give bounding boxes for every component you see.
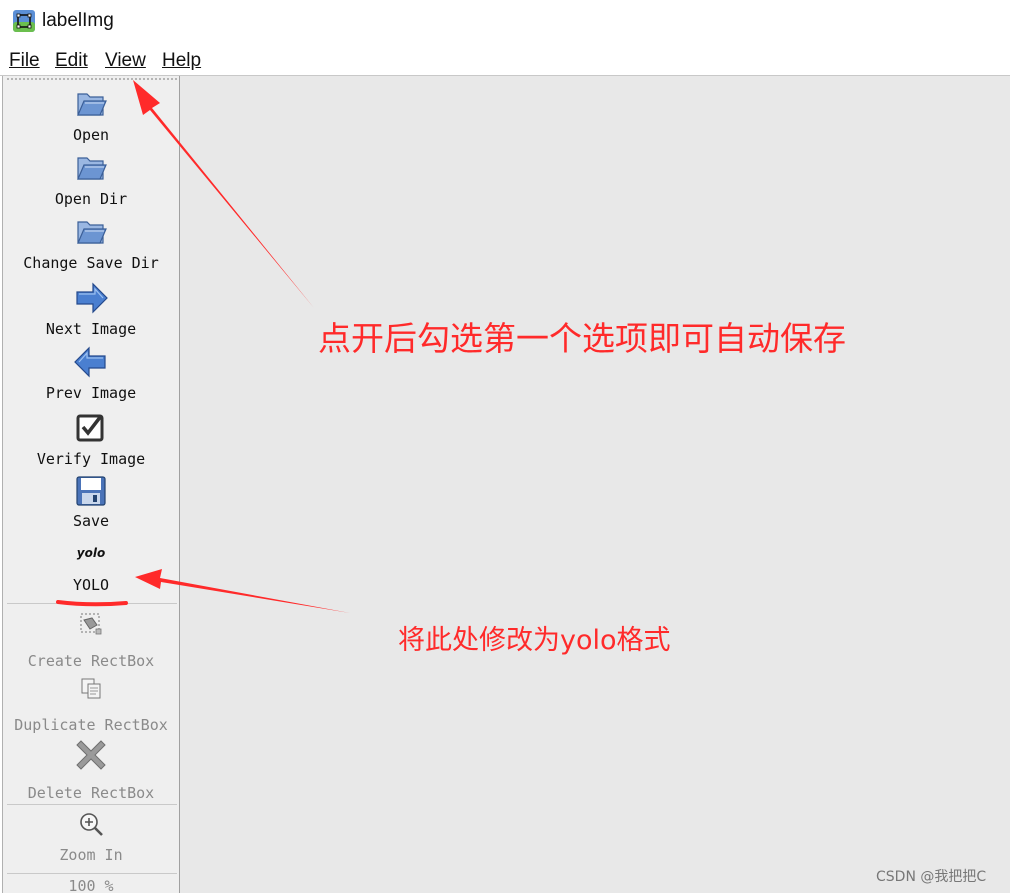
annotation-top-note: 点开后勾选第一个选项即可自动保存: [318, 319, 846, 358]
annotation-overlay: [56, 80, 350, 613]
annotation-bottom-note: 将此处修改为yolo格式: [398, 625, 671, 656]
red-arrow-yolo-icon: [135, 569, 350, 613]
watermark: CSDN @我把把C: [876, 869, 987, 885]
red-underline: [56, 600, 128, 607]
red-arrow-view-icon: [133, 80, 314, 308]
